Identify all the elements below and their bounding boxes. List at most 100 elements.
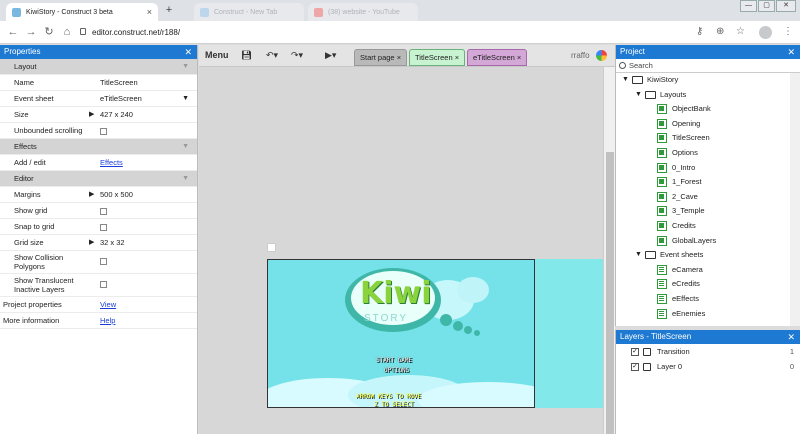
browser-tab[interactable]: (38) website - YouTube <box>308 3 418 21</box>
margins-field[interactable]: 500 x 500 <box>100 187 133 203</box>
expand-icon[interactable]: ▶ <box>89 187 94 203</box>
section-editor[interactable]: Editor ▼ <box>0 171 197 187</box>
url-field[interactable]: editor.construct.net/r188/ <box>92 25 692 40</box>
expand-icon[interactable]: ▶ <box>89 235 94 251</box>
collision-polygons-checkbox[interactable] <box>100 257 107 265</box>
tree-item-layout[interactable]: Credits <box>616 219 800 234</box>
save-icon[interactable]: 💾︎ <box>241 49 252 62</box>
collapse-icon[interactable]: ▼ <box>182 171 189 187</box>
scrollbar-thumb[interactable] <box>606 152 614 434</box>
tree-item-layout[interactable]: ObjectBank <box>616 102 800 117</box>
tree-item-layout[interactable]: 1_Forest <box>616 175 800 190</box>
tree-item-layout[interactable]: TitleScreen <box>616 131 800 146</box>
browser-tab[interactable]: Construct - New Tab <box>194 3 304 21</box>
tree-root-kiwistory[interactable]: ▼ KiwiStory <box>616 73 800 88</box>
prop-add-edit[interactable]: Add / edit Effects <box>0 155 197 171</box>
collapse-icon[interactable]: ▼ <box>182 59 189 75</box>
tab-start-page[interactable]: Start page × <box>354 49 408 66</box>
menu-button[interactable]: Menu <box>205 49 229 62</box>
lock-icon[interactable] <box>643 363 651 371</box>
install-icon[interactable]: ⊕ <box>716 25 724 39</box>
redo-icon[interactable]: ↷▾ <box>291 49 303 62</box>
close-tab-icon[interactable]: × <box>147 7 152 17</box>
layer-row[interactable]: ✓ Transition 1 <box>616 344 800 359</box>
layer-row[interactable]: ✓ Layer 0 0 <box>616 359 800 374</box>
close-icon[interactable]: ✕ <box>184 45 192 59</box>
tab-titlescreen[interactable]: TitleScreen × <box>409 49 466 66</box>
close-icon[interactable]: ✕ <box>787 330 795 344</box>
snap-to-grid-checkbox[interactable] <box>100 223 107 231</box>
lock-icon[interactable] <box>643 348 651 356</box>
event-sheet-select[interactable]: eTitleScreen <box>100 91 142 107</box>
layout-canvas[interactable]: Kiwi STORY START GAME OPTIONS ARROW KEYS… <box>199 67 603 434</box>
close-window-button[interactable]: ✕ <box>776 0 796 12</box>
collapse-icon[interactable]: ▼ <box>182 139 189 155</box>
project-search-input[interactable]: Search <box>616 59 800 73</box>
tree-item-event-sheet[interactable]: eCredits <box>616 277 800 292</box>
home-icon[interactable]: ⌂ <box>60 25 74 39</box>
prop-more-information[interactable]: More information Help <box>0 313 197 329</box>
tree-item-layout[interactable]: GlobalLayers <box>616 234 800 249</box>
tree-item-layout[interactable]: 0_Intro <box>616 161 800 176</box>
translucent-layers-checkbox[interactable] <box>100 280 107 288</box>
prop-snap-to-grid[interactable]: Snap to grid <box>0 219 197 235</box>
minimize-button[interactable]: — <box>740 0 757 12</box>
tree-item-layout[interactable]: 3_Temple <box>616 204 800 219</box>
undo-icon[interactable]: ↶▾ <box>266 49 278 62</box>
effects-link[interactable]: Effects <box>100 155 123 171</box>
tree-folder-event-sheets[interactable]: ▼ Event sheets <box>616 248 800 263</box>
prop-show-collision-polygons[interactable]: Show Collision Polygons <box>0 251 197 274</box>
tree-folder-layouts[interactable]: ▼ Layouts <box>616 88 800 103</box>
layout-area[interactable]: Kiwi STORY START GAME OPTIONS ARROW KEYS… <box>267 259 535 408</box>
username[interactable]: rraffo <box>571 49 590 62</box>
tree-item-event-sheet[interactable]: eCamera <box>616 263 800 278</box>
size-field[interactable]: 427 x 240 <box>100 107 133 123</box>
view-link[interactable]: View <box>100 297 116 313</box>
user-avatar[interactable] <box>596 50 607 61</box>
layout-origin-handle[interactable] <box>267 243 276 252</box>
browser-tab-active[interactable]: KiwiStory - Construct 3 beta × <box>6 3 158 21</box>
expand-icon[interactable]: ▶ <box>89 107 94 123</box>
prop-show-translucent-layers[interactable]: Show Translucent Inactive Layers <box>0 274 197 297</box>
tree-item-layout[interactable]: 2_Cave <box>616 190 800 205</box>
prop-name[interactable]: Name TitleScreen <box>0 75 197 91</box>
forward-icon[interactable]: → <box>24 25 38 39</box>
section-effects[interactable]: Effects ▼ <box>0 139 197 155</box>
layer-visible-checkbox[interactable]: ✓ <box>631 363 639 371</box>
back-icon[interactable]: ← <box>6 25 20 39</box>
more-menu-icon[interactable]: ⋮ <box>783 25 793 39</box>
grid-size-field[interactable]: 32 x 32 <box>100 235 125 251</box>
prop-grid-size[interactable]: Grid size ▶ 32 x 32 <box>0 235 197 251</box>
help-link[interactable]: Help <box>100 313 115 329</box>
expand-toggle-icon[interactable]: ▼ <box>635 248 642 263</box>
name-field[interactable]: TitleScreen <box>100 75 138 91</box>
prop-margins[interactable]: Margins ▶ 500 x 500 <box>0 187 197 203</box>
close-tab-icon[interactable]: × <box>517 53 521 62</box>
close-tab-icon[interactable]: × <box>397 53 401 62</box>
show-grid-checkbox[interactable] <box>100 207 107 215</box>
new-tab-button[interactable]: + <box>162 4 176 18</box>
prop-show-grid[interactable]: Show grid <box>0 203 197 219</box>
section-layout[interactable]: Layout ▼ <box>0 59 197 75</box>
dropdown-arrow-icon[interactable]: ▼ <box>182 91 189 107</box>
reload-icon[interactable]: ↻ <box>42 25 56 39</box>
expand-toggle-icon[interactable]: ▼ <box>622 73 629 88</box>
tree-item-layout[interactable]: Opening <box>616 117 800 132</box>
project-scrollbar[interactable] <box>790 73 800 326</box>
tree-item-layout[interactable]: Options <box>616 146 800 161</box>
tab-etitlescreen[interactable]: eTitleScreen × <box>467 49 528 66</box>
close-tab-icon[interactable]: × <box>455 53 459 62</box>
prop-unbounded-scrolling[interactable]: Unbounded scrolling <box>0 123 197 139</box>
tree-item-event-sheet[interactable]: eEnemies <box>616 307 800 322</box>
expand-toggle-icon[interactable]: ▼ <box>635 88 642 103</box>
prop-project-properties[interactable]: Project properties View <box>0 297 197 313</box>
prop-event-sheet[interactable]: Event sheet eTitleScreen ▼ <box>0 91 197 107</box>
unbounded-scrolling-checkbox[interactable] <box>100 127 107 135</box>
key-icon[interactable]: ⚷ <box>696 25 703 39</box>
maximize-button[interactable]: ▢ <box>758 0 775 12</box>
close-icon[interactable]: ✕ <box>787 45 795 59</box>
profile-avatar[interactable] <box>759 26 772 39</box>
canvas-scrollbar[interactable] <box>603 67 615 434</box>
preview-play-icon[interactable]: ▶▾ <box>325 49 336 62</box>
tree-item-event-sheet[interactable]: eEffects <box>616 292 800 307</box>
